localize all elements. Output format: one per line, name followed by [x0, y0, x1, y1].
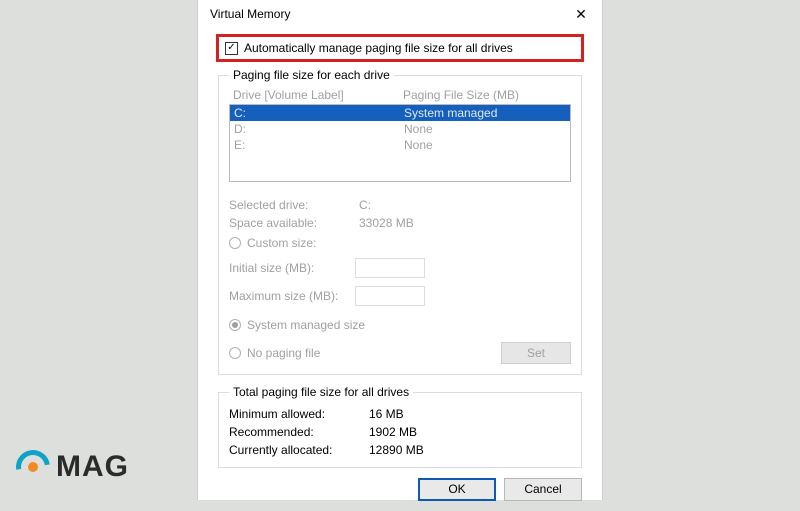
pmag-logo: MAG	[16, 450, 129, 484]
cur-value: 12890 MB	[369, 441, 424, 459]
min-label: Minimum allowed:	[229, 405, 369, 423]
drive-size: None	[404, 121, 566, 137]
initial-size-label: Initial size (MB):	[229, 261, 347, 275]
auto-manage-checkbox[interactable]: ✓	[225, 42, 238, 55]
auto-manage-highlight: ✓ Automatically manage paging file size …	[216, 34, 584, 62]
cur-label: Currently allocated:	[229, 441, 369, 459]
drive-row[interactable]: E: None	[230, 137, 570, 153]
drive-letter: D:	[234, 121, 404, 137]
no-paging-set-row: No paging file Set	[229, 342, 571, 364]
drive-letter: C:	[234, 105, 404, 121]
selected-drive-value: C:	[359, 196, 371, 214]
rec-label: Recommended:	[229, 423, 369, 441]
drive-list-header: Drive [Volume Label] Paging File Size (M…	[229, 86, 571, 104]
no-paging-radio-row: No paging file	[229, 342, 320, 364]
space-available-label: Space available:	[229, 214, 359, 232]
rec-row: Recommended: 1902 MB	[229, 423, 571, 441]
cur-row: Currently allocated: 12890 MB	[229, 441, 571, 459]
initial-size-input[interactable]	[355, 258, 425, 278]
close-icon: ✕	[575, 6, 587, 23]
check-icon: ✓	[227, 43, 235, 53]
close-button[interactable]: ✕	[560, 0, 602, 28]
min-value: 16 MB	[369, 405, 404, 423]
maximum-size-input[interactable]	[355, 286, 425, 306]
totals-group: Total paging file size for all drives Mi…	[218, 385, 582, 468]
system-managed-label: System managed size	[247, 314, 365, 336]
selected-drive-row: Selected drive: C:	[229, 196, 571, 214]
pmag-logo-text: MAG	[56, 450, 129, 484]
drive-group-legend: Paging file size for each drive	[229, 68, 394, 82]
radio-dot-icon	[232, 322, 238, 328]
maximum-size-label: Maximum size (MB):	[229, 289, 347, 303]
custom-size-label: Custom size:	[247, 232, 316, 254]
custom-size-radio-row: Custom size:	[229, 232, 571, 254]
auto-manage-label: Automatically manage paging file size fo…	[244, 41, 513, 55]
no-paging-label: No paging file	[247, 342, 320, 364]
custom-size-radio[interactable]	[229, 237, 241, 249]
drive-size: System managed	[404, 105, 566, 121]
header-size: Paging File Size (MB)	[403, 88, 567, 102]
titlebar: Virtual Memory ✕	[198, 0, 602, 28]
space-available-value: 33028 MB	[359, 214, 414, 232]
min-row: Minimum allowed: 16 MB	[229, 405, 571, 423]
virtual-memory-dialog: Virtual Memory ✕ ✓ Automatically manage …	[197, 0, 603, 500]
drive-row[interactable]: D: None	[230, 121, 570, 137]
drive-size: None	[404, 137, 566, 153]
drive-group: Paging file size for each drive Drive [V…	[218, 68, 582, 375]
cancel-button[interactable]: Cancel	[504, 478, 582, 501]
header-drive: Drive [Volume Label]	[233, 88, 403, 102]
system-managed-radio-row: System managed size	[229, 314, 571, 336]
selected-drive-label: Selected drive:	[229, 196, 359, 214]
totals-legend: Total paging file size for all drives	[229, 385, 413, 399]
pmag-logo-mark-icon	[16, 450, 50, 484]
drive-list[interactable]: C: System managed D: None E: None	[229, 104, 571, 182]
ok-button[interactable]: OK	[418, 478, 496, 501]
dialog-buttons: OK Cancel	[216, 478, 584, 501]
drive-row[interactable]: C: System managed	[230, 105, 570, 121]
set-button[interactable]: Set	[501, 342, 571, 364]
drive-letter: E:	[234, 137, 404, 153]
system-managed-radio[interactable]	[229, 319, 241, 331]
dialog-content: ✓ Automatically manage paging file size …	[198, 28, 602, 511]
initial-size-row: Initial size (MB):	[229, 258, 571, 278]
window-title: Virtual Memory	[210, 7, 290, 21]
rec-value: 1902 MB	[369, 423, 417, 441]
totals-content: Minimum allowed: 16 MB Recommended: 1902…	[229, 405, 571, 459]
space-available-row: Space available: 33028 MB	[229, 214, 571, 232]
no-paging-radio[interactable]	[229, 347, 241, 359]
maximum-size-row: Maximum size (MB):	[229, 286, 571, 306]
